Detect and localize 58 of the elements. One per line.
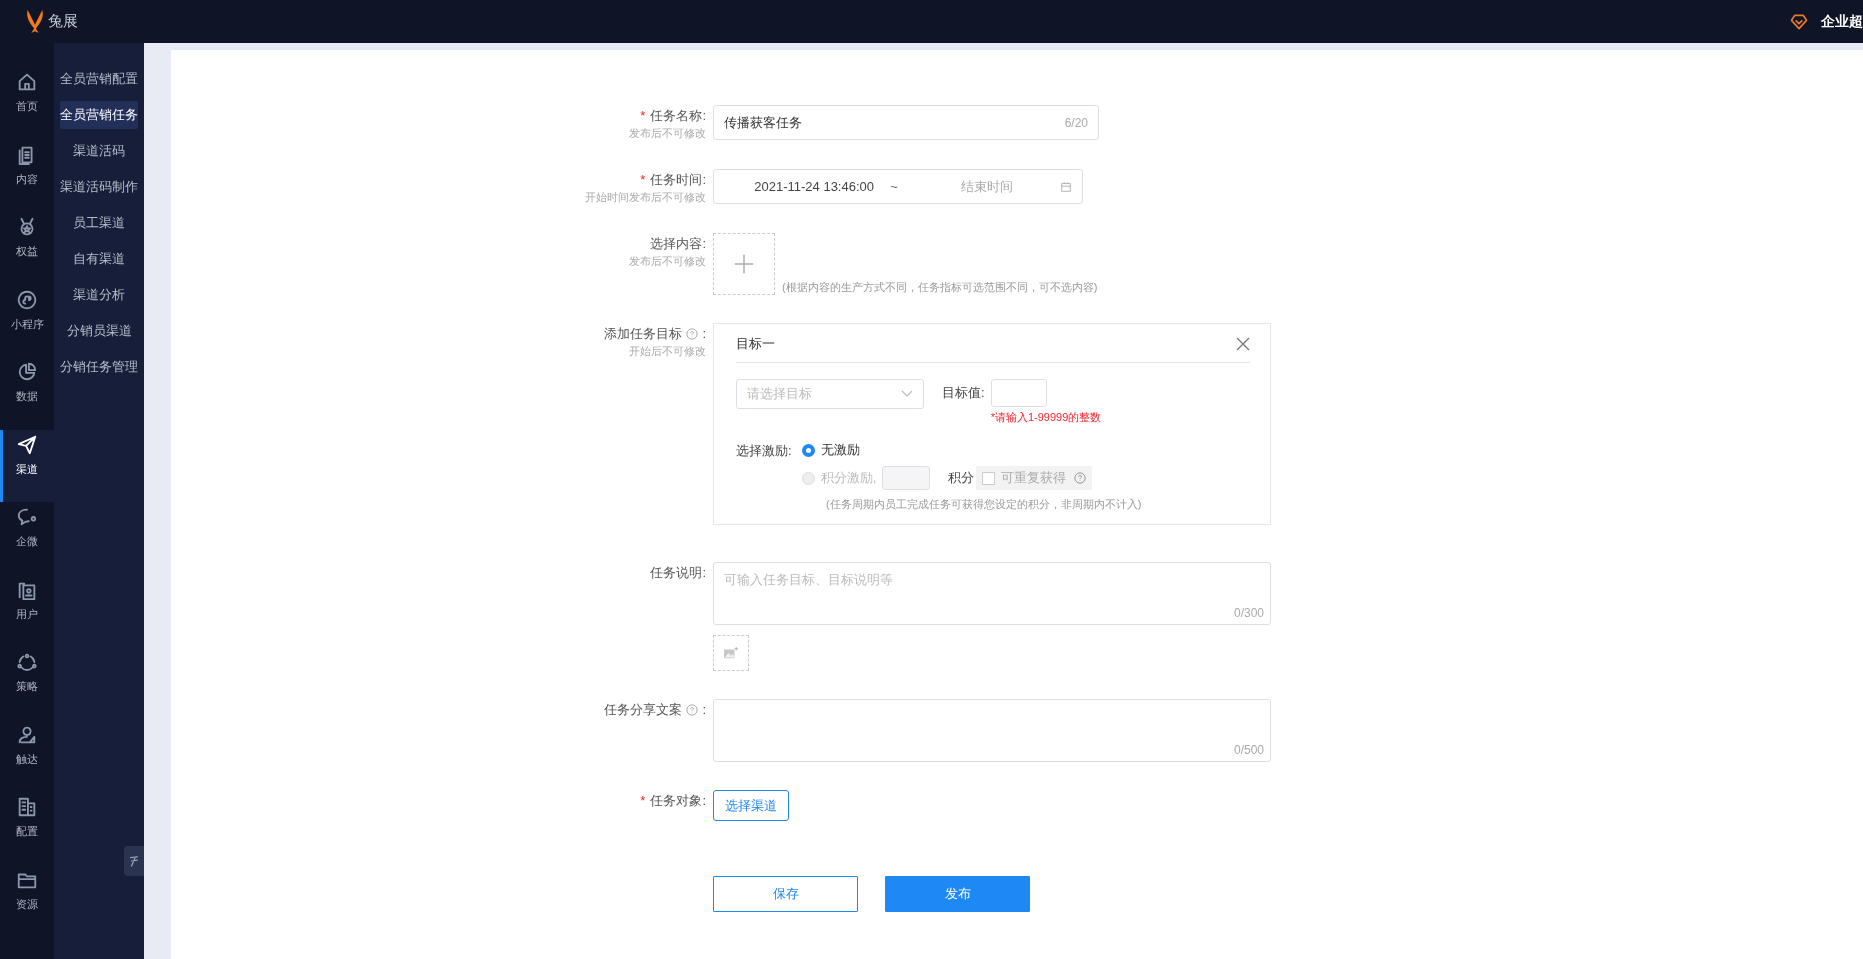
rail-nav-item[interactable]: 资源: [0, 864, 54, 937]
rail-nav-item[interactable]: 配置: [0, 792, 54, 865]
submenu-item[interactable]: 渠道分析: [60, 281, 138, 309]
field-label: 任务对象:: [650, 792, 706, 810]
char-counter: 6/20: [1064, 115, 1088, 130]
start-date: 2021-11-24 13:46:00: [753, 179, 874, 194]
submenu-item[interactable]: 员工渠道: [60, 209, 138, 237]
required-mark: *: [640, 171, 646, 189]
user-role[interactable]: 企业超: [1821, 12, 1863, 31]
rail-nav-item[interactable]: 渠道: [0, 429, 54, 502]
task-name-field[interactable]: 传播获客任务 6/20: [713, 105, 1099, 140]
submenu-item[interactable]: 分销任务管理: [60, 353, 138, 381]
save-button[interactable]: 保存: [713, 876, 858, 912]
field-label: 任务名称:: [650, 107, 706, 125]
field-hint: 开始后不可修改: [628, 344, 706, 359]
publish-button[interactable]: 发布: [885, 876, 1030, 912]
rail-nav-item[interactable]: 策略: [0, 647, 54, 720]
submenu-item[interactable]: 全员营销配置: [60, 65, 138, 93]
rail-nav-item[interactable]: 用户: [0, 574, 54, 647]
submenu-item[interactable]: 渠道活码制作: [60, 173, 138, 201]
submenu-item[interactable]: 全员营销任务: [60, 101, 138, 129]
rail-nav-item[interactable]: 小程序: [0, 284, 54, 357]
validation-message: *请输入1-99999的整数: [990, 410, 1102, 425]
field-label: 任务时间:: [650, 171, 706, 189]
required-mark: *: [640, 107, 646, 125]
rail-nav-item[interactable]: 企微: [0, 502, 54, 575]
field-hint: 开始时间发布后不可修改: [584, 190, 706, 205]
end-date-placeholder: 结束时间: [960, 177, 1014, 196]
field-label: 添加任务目标: [604, 325, 683, 343]
content-note: (根据内容的生产方式不同，任务指标可选范围不同，可不选内容): [782, 280, 1098, 295]
incentive-radio[interactable]: 无激励: [801, 441, 860, 459]
field-label: 选择激励:: [736, 442, 792, 460]
points-unit: 积分: [948, 469, 975, 487]
label-colon: :: [702, 701, 706, 719]
field-hint: 发布后不可修改: [628, 254, 706, 269]
select-channel-button[interactable]: 选择渠道: [713, 790, 789, 821]
submenu-item[interactable]: 自有渠道: [60, 245, 138, 273]
rail-nav-item[interactable]: 内容: [0, 139, 54, 212]
logo-text: 兔展: [48, 12, 78, 31]
rail-nav-item[interactable]: 权益: [0, 212, 54, 285]
goal-title: 目标一: [736, 335, 775, 353]
char-counter: 0/500: [1233, 743, 1264, 757]
rail-nav-item[interactable]: 数据: [0, 357, 54, 430]
rail-nav-item[interactable]: 触达: [0, 719, 54, 792]
range-separator: ~: [889, 179, 899, 194]
incentive-note: (任务周期内员工完成任务可获得您设定的积分，非周期内不计入): [826, 497, 1143, 512]
field-hint: 发布后不可修改: [628, 126, 706, 141]
submenu-item[interactable]: 渠道活码: [60, 137, 138, 165]
required-mark: *: [640, 792, 646, 810]
submenu-item[interactable]: 分销员渠道: [60, 317, 138, 345]
field-label: 任务说明:: [650, 564, 706, 582]
rail-nav-item[interactable]: 首页: [0, 67, 54, 140]
label-colon: :: [702, 325, 706, 343]
char-counter: 0/300: [1233, 606, 1264, 620]
field-label: 目标值:: [942, 384, 985, 402]
field-label: 任务分享文案: [604, 701, 683, 719]
field-label: 选择内容:: [650, 235, 706, 253]
date-range-field[interactable]: 2021-11-24 13:46:00 ~ 结束时间: [713, 169, 1083, 204]
